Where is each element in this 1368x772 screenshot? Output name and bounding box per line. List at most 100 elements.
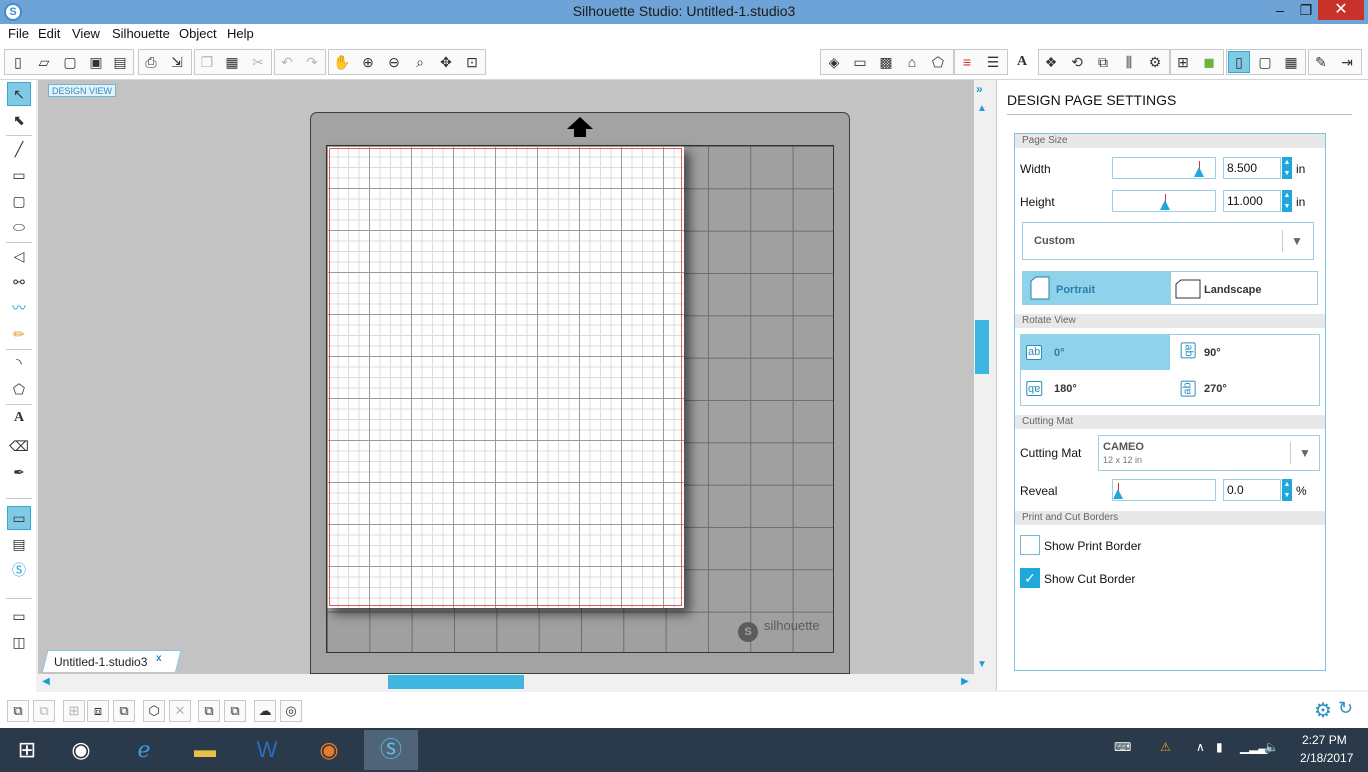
scroll-up-arrow-icon[interactable]: ▲ bbox=[975, 102, 989, 116]
zoom-out-icon[interactable]: ⊖ bbox=[383, 51, 405, 73]
clock-time[interactable]: 2:27 PM bbox=[1302, 733, 1347, 747]
sync-icon[interactable]: ↻ bbox=[1338, 698, 1353, 719]
line-tool-icon[interactable]: ╱ bbox=[7, 137, 31, 161]
width-stepper[interactable]: ▲ ▼ bbox=[1282, 157, 1292, 179]
rounded-rectangle-tool-icon[interactable]: ▢ bbox=[7, 189, 31, 213]
offset-icon[interactable]: ⫼ bbox=[1118, 51, 1140, 73]
show-print-border-checkbox[interactable] bbox=[1020, 535, 1040, 555]
show-cut-border-checkbox[interactable]: ✓ bbox=[1020, 568, 1040, 588]
reveal-input[interactable]: 0.0 bbox=[1223, 479, 1281, 501]
scroll-down-arrow-icon[interactable]: ▼ bbox=[975, 658, 989, 672]
zoom-in-icon[interactable]: ⊕ bbox=[357, 51, 379, 73]
height-slider[interactable] bbox=[1112, 190, 1216, 212]
transform-icon[interactable]: ⟲ bbox=[1066, 51, 1088, 73]
freehand-tool-icon[interactable]: 〰 bbox=[7, 296, 31, 320]
rotate-180-label[interactable]: 180° bbox=[1054, 383, 1077, 395]
silhouette-studio-icon[interactable]: Ⓢ bbox=[364, 730, 418, 770]
text-icon[interactable]: A bbox=[1011, 51, 1033, 73]
file-explorer-icon[interactable]: ▬ bbox=[178, 730, 232, 770]
save-library-icon[interactable]: ▤ bbox=[109, 51, 131, 73]
weld-icon[interactable]: ⧉ bbox=[113, 700, 135, 722]
vertical-scrollbar[interactable] bbox=[974, 100, 990, 674]
maximize-button[interactable]: ❐ bbox=[1292, 0, 1320, 20]
document-tab-close-icon[interactable]: x bbox=[156, 653, 162, 664]
windows-start-icon[interactable]: ⊞ bbox=[0, 730, 54, 770]
height-input[interactable]: 11.000 bbox=[1223, 190, 1281, 212]
eraser-tool-icon[interactable]: ⌫ bbox=[7, 434, 31, 458]
menu-edit[interactable]: Edit bbox=[38, 26, 60, 41]
point-edit-tool-icon[interactable]: ⬉ bbox=[7, 108, 31, 132]
cut-settings-icon[interactable]: ✎ bbox=[1310, 51, 1332, 73]
group-icon[interactable]: ⧉ bbox=[7, 700, 29, 722]
regular-polygon-tool-icon[interactable]: ⬠ bbox=[7, 377, 31, 401]
send-icon[interactable]: ⇲ bbox=[166, 51, 188, 73]
word-icon[interactable]: W bbox=[240, 730, 294, 770]
rotate-90-icon[interactable]: ab bbox=[1180, 342, 1196, 359]
app-logo-icon[interactable]: S bbox=[4, 3, 22, 21]
rectangle-tool-icon[interactable]: ▭ bbox=[7, 163, 31, 187]
chevron-down-icon[interactable]: ▼ bbox=[1290, 442, 1311, 464]
fill-pattern-icon[interactable]: ▩ bbox=[875, 51, 897, 73]
offset-shape-icon[interactable]: ◎ bbox=[280, 700, 302, 722]
print-icon[interactable]: ⎙ bbox=[140, 51, 162, 73]
store-icon[interactable]: ◼ bbox=[1198, 51, 1220, 73]
select-tool-icon[interactable]: ↖ bbox=[7, 82, 31, 106]
clock-date[interactable]: 2/18/2017 bbox=[1300, 751, 1353, 765]
trace-icon[interactable]: ⚙ bbox=[1144, 51, 1166, 73]
slider-thumb[interactable] bbox=[1160, 200, 1170, 210]
copy-icon[interactable]: ❐ bbox=[196, 51, 218, 73]
delete-icon[interactable]: ✕ bbox=[169, 700, 191, 722]
curve-tool-icon[interactable]: ⚯ bbox=[7, 270, 31, 294]
menu-help[interactable]: Help bbox=[227, 26, 254, 41]
template-icon[interactable]: ▢ bbox=[59, 51, 81, 73]
send-to-cutter-icon[interactable]: ⇥ bbox=[1336, 51, 1358, 73]
width-slider[interactable] bbox=[1112, 157, 1216, 179]
rotate-90-label[interactable]: 90° bbox=[1204, 347, 1221, 359]
text-tool-icon[interactable]: A bbox=[7, 406, 31, 430]
pan-icon[interactable]: ✋ bbox=[331, 51, 353, 73]
align-icon[interactable]: ⧉ bbox=[1092, 51, 1114, 73]
redo-icon[interactable]: ↷ bbox=[301, 51, 323, 73]
library-view-icon[interactable]: ▤ bbox=[7, 532, 31, 556]
scroll-right-arrow-icon[interactable]: ▶ bbox=[958, 675, 972, 689]
drag-zoom-icon[interactable]: ✥ bbox=[435, 51, 457, 73]
shape-icon[interactable]: ☁ bbox=[254, 700, 276, 722]
keyboard-icon[interactable]: ⌨ bbox=[1114, 740, 1131, 754]
fit-page-icon[interactable]: ⊡ bbox=[461, 51, 483, 73]
design-page-icon[interactable]: ▯ bbox=[1228, 51, 1250, 73]
gear-icon[interactable]: ⚙ bbox=[1314, 698, 1332, 723]
rotate-0-button[interactable] bbox=[1021, 335, 1170, 370]
minimize-button[interactable]: – bbox=[1266, 0, 1294, 20]
menu-object[interactable]: Object bbox=[179, 26, 217, 41]
line-color-icon[interactable]: ▭ bbox=[849, 51, 871, 73]
split-view-icon[interactable]: ◫ bbox=[7, 630, 31, 654]
reveal-stepper[interactable]: ▲ ▼ bbox=[1282, 479, 1292, 501]
scroll-left-arrow-icon[interactable]: ◀ bbox=[39, 675, 53, 689]
chrome-icon[interactable]: ◉ bbox=[54, 730, 108, 770]
ellipse-tool-icon[interactable]: ⬭ bbox=[7, 215, 31, 239]
height-stepper[interactable]: ▲ ▼ bbox=[1282, 190, 1292, 212]
close-button[interactable]: ✕ bbox=[1318, 0, 1364, 20]
bring-forward-icon[interactable]: ⧉ bbox=[198, 700, 220, 722]
library-icon[interactable]: ⊞ bbox=[1172, 51, 1194, 73]
send-backward-icon[interactable]: ⧉ bbox=[224, 700, 246, 722]
replicate-icon[interactable]: ❖ bbox=[1040, 51, 1062, 73]
reveal-slider[interactable] bbox=[1112, 479, 1216, 501]
text-style-icon[interactable]: ☰ bbox=[982, 51, 1004, 73]
paste-icon[interactable]: ▦ bbox=[221, 51, 243, 73]
width-input[interactable]: 8.500 bbox=[1223, 157, 1281, 179]
design-area-icon[interactable]: ▭ bbox=[7, 506, 31, 530]
silhouette-store-icon[interactable]: Ⓢ bbox=[7, 558, 31, 582]
line-style-icon[interactable]: ⬠ bbox=[927, 51, 949, 73]
open-icon[interactable]: ▱ bbox=[33, 51, 55, 73]
polygon-tool-icon[interactable]: ◁ bbox=[7, 244, 31, 268]
firefox-icon[interactable]: ◉ bbox=[302, 730, 356, 770]
show-cut-border-label[interactable]: Show Cut Border bbox=[1044, 572, 1135, 586]
rotate-270-icon[interactable]: ab bbox=[1180, 380, 1196, 397]
volume-icon[interactable]: 🔈 bbox=[1264, 740, 1279, 754]
new-icon[interactable]: ▯ bbox=[7, 51, 29, 73]
menu-file[interactable]: File bbox=[8, 26, 29, 41]
horizontal-scroll-thumb[interactable] bbox=[388, 675, 524, 689]
internet-explorer-icon[interactable]: ℯ bbox=[117, 730, 171, 770]
show-print-border-label[interactable]: Show Print Border bbox=[1044, 539, 1141, 553]
